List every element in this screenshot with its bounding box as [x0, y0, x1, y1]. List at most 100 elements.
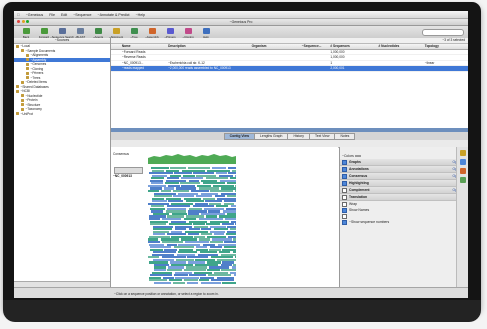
table-cell [167, 50, 251, 55]
table-row[interactable]: ~reads mapped ~2,000,000 reads assembled … [111, 66, 468, 72]
menu-item-edit[interactable]: Edit [61, 13, 67, 17]
view-tab[interactable]: Notes [334, 132, 356, 140]
table-cell: ~Reverse Reads [121, 55, 146, 60]
read-bar[interactable] [173, 281, 186, 284]
view-tab[interactable]: Contig View [223, 132, 256, 140]
table-cell: ~2,000,000 reads assembled to NC_000913 [168, 66, 231, 71]
column-header[interactable]: Organism [251, 44, 301, 49]
toolbar-button-icon [112, 28, 120, 34]
show-sequence-numbers-row: ~Show sequence numbers [340, 219, 468, 225]
column-header[interactable] [111, 44, 121, 49]
table-cell [111, 50, 121, 55]
minimize-window-icon[interactable] [21, 20, 25, 23]
column-header[interactable]: ~Sequence... [301, 44, 330, 49]
column-header[interactable]: Topology [424, 44, 468, 49]
settings-section: ComplementOptions » [340, 187, 468, 194]
section-checkbox[interactable] [342, 194, 347, 200]
column-header[interactable]: Description [167, 44, 251, 49]
search-input[interactable] [422, 29, 464, 36]
coverage-graph [148, 154, 236, 164]
info-icon[interactable] [460, 177, 466, 183]
settings-sections: GraphsOptions »AnnotationsOptions »Conse… [340, 159, 468, 201]
table-cell: 2,000,001 [330, 66, 345, 71]
column-header[interactable]: # Nucleotides [378, 44, 424, 49]
zoom-control[interactable] [114, 167, 143, 174]
menu-item-file[interactable]: File [49, 13, 55, 17]
sources-sidebar: ~Sources ~Local ~Sample Documents ~Alignme… [14, 38, 111, 287]
settings-section: AnnotationsOptions » [340, 166, 468, 173]
close-window-icon[interactable] [17, 20, 20, 23]
statistics-icon[interactable] [460, 168, 466, 174]
view-tab[interactable]: History [287, 132, 311, 140]
menu-bar:  ~Geneious File Edit ~Sequence ~Annotat… [14, 11, 468, 19]
column-header[interactable]: Name [121, 44, 167, 49]
sidebar-item[interactable]: ~UniProt [14, 112, 110, 117]
show-sequence-numbers-label: ~Show sequence numbers [349, 220, 390, 224]
folder-icon [21, 94, 24, 98]
menu-item-help[interactable]: ~Help [136, 13, 146, 17]
settings-section: GraphsOptions » [340, 159, 468, 166]
toolbar-button-icon [166, 28, 174, 34]
read-bar[interactable] [187, 281, 199, 284]
section-checkbox[interactable] [342, 173, 347, 179]
table-cell [111, 66, 121, 71]
table-cell [378, 66, 424, 71]
column-header[interactable]: # Sequences [329, 44, 377, 49]
table-cell [424, 66, 468, 71]
read-bar[interactable] [153, 281, 171, 284]
show-checkbox[interactable] [342, 213, 347, 219]
contig-viewer[interactable]: Consensus ~NC_000913 [111, 147, 338, 287]
show-names-checkbox[interactable] [342, 207, 347, 213]
section-checkbox[interactable] [342, 166, 347, 172]
folder-icon [16, 85, 19, 89]
show-sequence-numbers-checkbox[interactable] [342, 219, 347, 225]
screen:  ~Geneious File Edit ~Sequence ~Annotat… [14, 11, 468, 298]
folder-icon [16, 89, 19, 93]
section-checkbox[interactable] [342, 187, 347, 193]
section-label: Consensus [349, 174, 368, 178]
read-bar[interactable] [200, 281, 221, 284]
table-cell: ~Escherichia coli str. K-12 [168, 60, 205, 65]
toolbar-button-icon [94, 28, 102, 34]
folder-icon [26, 53, 29, 57]
view-tab[interactable]: Text View [309, 132, 336, 140]
table-cell [378, 55, 424, 60]
section-label: Graphs [349, 160, 361, 164]
folder-icon [16, 112, 19, 116]
read-bar[interactable] [222, 281, 236, 284]
section-label: Annotations [349, 167, 369, 171]
menu-item-app[interactable]: ~Geneious [26, 13, 43, 17]
view-tab[interactable]: Lengths Graph [254, 132, 289, 140]
menu-item-annotate[interactable]: ~Annotate & Predict [97, 13, 129, 17]
apple-menu-icon[interactable]:  [17, 13, 20, 17]
table-cell: ~reads mapped [121, 66, 145, 71]
annotations-icon[interactable] [460, 159, 466, 165]
section-label: Highlighting [349, 181, 369, 185]
section-checkbox[interactable] [342, 159, 347, 165]
toolbar-button-icon [130, 28, 138, 34]
colors-select[interactable] [354, 155, 361, 157]
window-title-bar: ~Geneious Pro [14, 19, 468, 26]
show-names-label: Show Names [349, 208, 370, 212]
toolbar-button-icon [202, 28, 210, 34]
read-stack[interactable] [148, 167, 236, 285]
menu-item-sequence[interactable]: ~Sequence [73, 13, 91, 17]
colors-label: ~Colors [342, 154, 354, 158]
toolbar-button-icon [148, 28, 156, 34]
section-checkbox[interactable] [342, 180, 347, 186]
general-settings-icon[interactable] [460, 150, 466, 156]
folder-icon [26, 67, 29, 71]
table-cell [378, 61, 424, 66]
zoom-window-icon[interactable] [26, 20, 29, 23]
folder-icon [21, 98, 24, 102]
folder-icon [26, 76, 29, 80]
table-cell: ~Forward Reads [121, 49, 146, 54]
toolbar-button-icon [58, 28, 66, 34]
folder-icon [21, 103, 24, 107]
table-cell: ~linear [424, 60, 435, 65]
toolbar-button-icon [22, 28, 30, 34]
coverage-area [148, 154, 236, 164]
main-panel: ~3 of 3 selected Name Description Organism… [111, 38, 468, 287]
wrap-checkbox[interactable] [342, 201, 347, 207]
table-cell [378, 50, 424, 55]
